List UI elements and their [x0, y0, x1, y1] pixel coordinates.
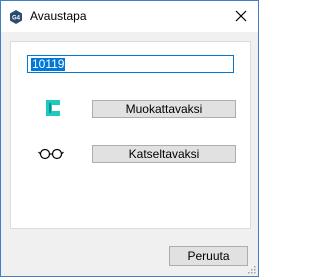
cancel-button[interactable]: Peruuta	[169, 246, 248, 266]
close-icon[interactable]	[232, 7, 250, 25]
content-panel: 10119 Muokattavaksi Katseltavaksi	[10, 41, 251, 229]
edit-mode-icon	[46, 100, 60, 116]
dialog-window: G4 Avaustapa 10119 Muokattavaksi Katselt…	[0, 0, 259, 277]
edit-button[interactable]: Muokattavaksi	[92, 100, 236, 118]
title-bar[interactable]: G4 Avaustapa	[1, 1, 258, 32]
resize-grip-icon[interactable]	[246, 264, 256, 274]
window-title: Avaustapa	[30, 9, 87, 23]
number-input-value: 10119	[31, 57, 66, 71]
g4-app-icon: G4	[10, 10, 22, 24]
number-input[interactable]: 10119	[27, 55, 234, 73]
app-icon-label: G4	[12, 16, 21, 22]
glasses-icon	[38, 148, 64, 160]
view-button[interactable]: Katseltavaksi	[92, 145, 236, 163]
